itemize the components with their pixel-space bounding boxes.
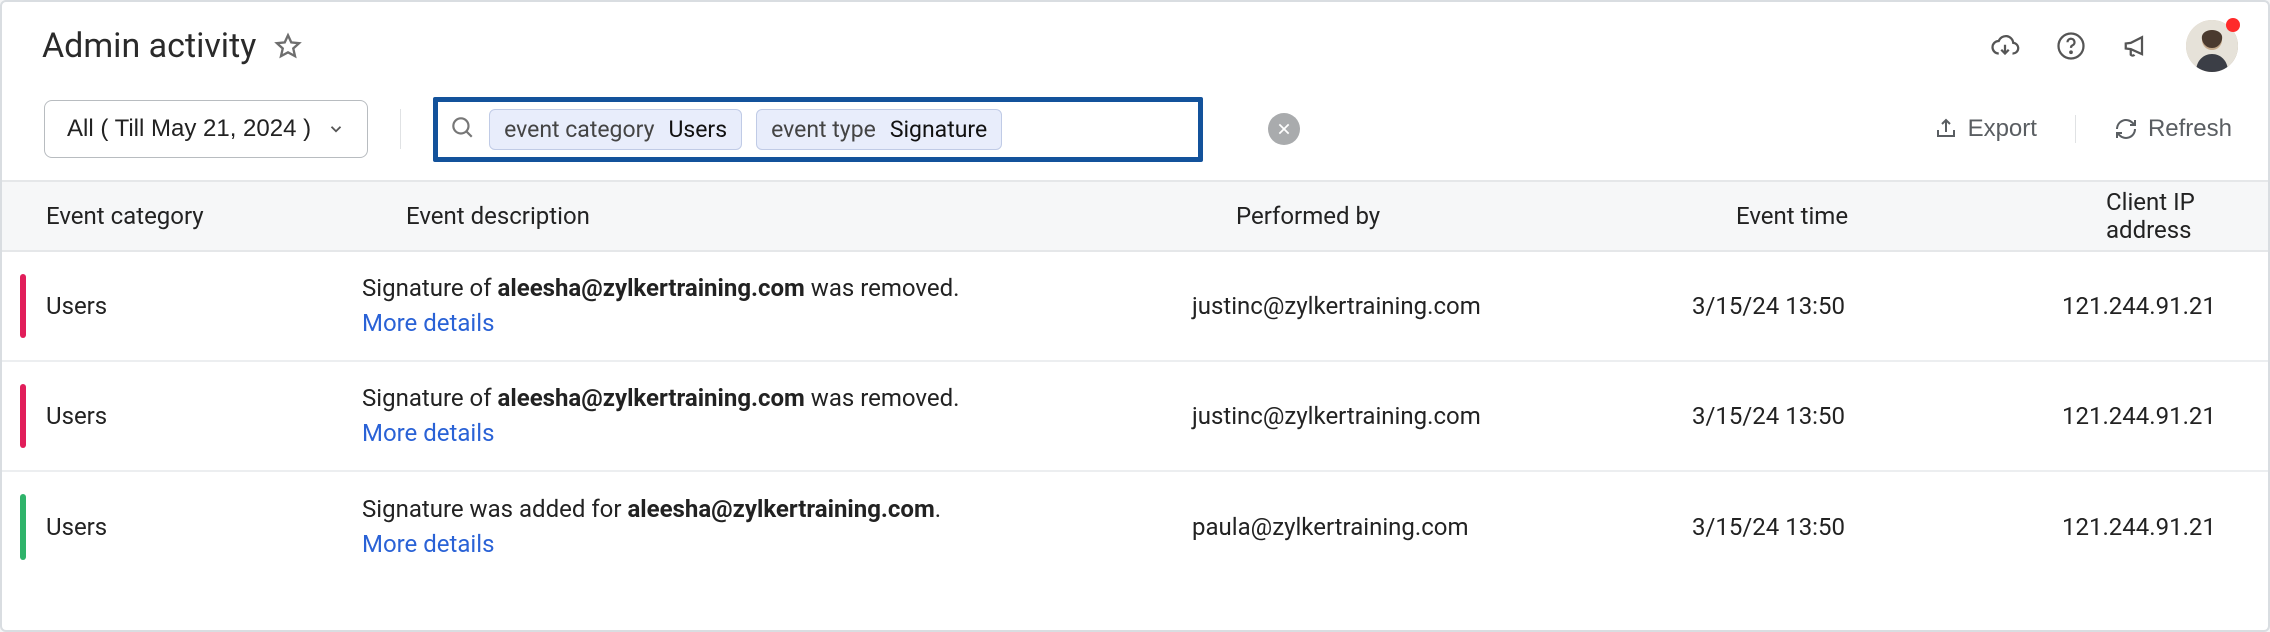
table-row[interactable]: UsersSignature was added for aleesha@zyl… — [2, 472, 2268, 582]
table-header: Event category Event description Perform… — [2, 180, 2268, 252]
page-title: Admin activity — [42, 26, 256, 66]
chip-value: Users — [668, 116, 727, 143]
export-button[interactable]: Export — [1928, 109, 2043, 149]
search-chip-category[interactable]: event category Users — [489, 109, 742, 150]
search-chip-type[interactable]: event type Signature — [756, 109, 1002, 150]
refresh-button[interactable]: Refresh — [2108, 109, 2238, 149]
col-performed-by[interactable]: Performed by — [1236, 202, 1736, 230]
chip-label: event category — [504, 116, 654, 143]
row-marker — [20, 384, 26, 448]
user-avatar-wrap[interactable] — [2186, 20, 2238, 72]
activity-table: Event category Event description Perform… — [2, 180, 2268, 582]
title-left: Admin activity — [42, 26, 304, 66]
toolbar-divider — [2075, 115, 2076, 143]
cell-client-ip: 121.244.91.21 — [2062, 274, 2268, 338]
download-button[interactable] — [1988, 29, 2022, 63]
search-icon — [449, 114, 475, 145]
col-category[interactable]: Event category — [46, 202, 406, 230]
toolbar-divider — [400, 109, 401, 149]
help-icon — [2056, 31, 2086, 61]
col-description[interactable]: Event description — [406, 202, 1236, 230]
table-row[interactable]: UsersSignature of aleesha@zylkertraining… — [2, 252, 2268, 362]
clear-search-button[interactable] — [1268, 113, 1300, 145]
cell-event-time: 3/15/24 13:50 — [1692, 384, 2062, 448]
search-bar[interactable]: event category Users event type Signatur… — [433, 105, 1300, 154]
help-button[interactable] — [2054, 29, 2088, 63]
cell-performed-by: paula@zylkertraining.com — [1192, 495, 1692, 559]
table-body: UsersSignature of aleesha@zylkertraining… — [2, 252, 2268, 582]
col-event-time[interactable]: Event time — [1736, 202, 2106, 230]
announcements-button[interactable] — [2120, 29, 2154, 63]
favorite-button[interactable] — [272, 30, 304, 62]
cell-event-time: 3/15/24 13:50 — [1692, 495, 2062, 559]
cell-category: Users — [2, 274, 362, 338]
more-details-link[interactable]: More details — [362, 419, 494, 447]
cell-category: Users — [2, 495, 362, 559]
row-marker — [20, 274, 26, 338]
cell-description: Signature of aleesha@zylkertraining.com … — [362, 253, 1002, 359]
star-icon — [274, 32, 302, 60]
date-filter-label: All ( Till May 21, 2024 ) — [67, 115, 311, 143]
cell-performed-by: justinc@zylkertraining.com — [1192, 384, 1692, 448]
titlebar: Admin activity — [2, 2, 2268, 92]
cell-description: Signature of aleesha@zylkertraining.com … — [362, 363, 1002, 469]
cloud-download-icon — [1990, 31, 2020, 61]
cell-description: Signature was added for aleesha@zylkertr… — [362, 474, 1002, 580]
more-details-link[interactable]: More details — [362, 530, 494, 558]
cell-performed-by: justinc@zylkertraining.com — [1192, 274, 1692, 338]
admin-activity-window: Admin activity — [0, 0, 2270, 632]
notification-dot — [2226, 18, 2240, 32]
date-filter-dropdown[interactable]: All ( Till May 21, 2024 ) — [44, 100, 368, 158]
table-row[interactable]: UsersSignature of aleesha@zylkertraining… — [2, 362, 2268, 472]
megaphone-icon — [2122, 31, 2152, 61]
cell-client-ip: 121.244.91.21 — [2062, 495, 2268, 559]
more-details-link[interactable]: More details — [362, 309, 494, 337]
cell-category: Users — [2, 384, 362, 448]
col-client-ip[interactable]: Client IP address — [2106, 188, 2268, 244]
chip-value: Signature — [890, 116, 987, 143]
export-label: Export — [1968, 115, 2037, 143]
title-right — [1988, 20, 2238, 72]
refresh-label: Refresh — [2148, 115, 2232, 143]
chip-label: event type — [771, 116, 876, 143]
cell-event-time: 3/15/24 13:50 — [1692, 274, 2062, 338]
toolbar: All ( Till May 21, 2024 ) event category… — [2, 92, 2268, 180]
close-icon — [1276, 121, 1292, 137]
chevron-down-icon — [327, 120, 345, 138]
refresh-icon — [2114, 117, 2138, 141]
cell-client-ip: 121.244.91.21 — [2062, 384, 2268, 448]
export-icon — [1934, 117, 1958, 141]
row-marker — [20, 494, 26, 560]
